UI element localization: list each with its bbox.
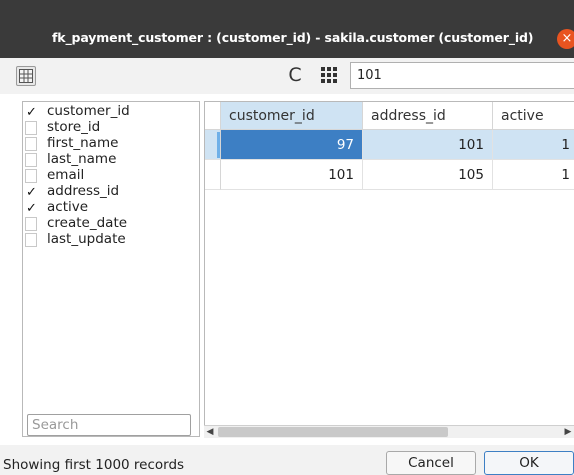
close-icon: × [561, 31, 573, 46]
column-search-input[interactable]: Search [27, 414, 191, 436]
status-bar: Showing first 1000 records Cancel OK [0, 445, 574, 475]
scroll-left-icon[interactable]: ◀ [204, 426, 216, 438]
row-header-corner [205, 102, 221, 130]
table-cell[interactable]: 105 [363, 160, 493, 190]
column-checkbox[interactable] [25, 217, 37, 231]
column-checkbox[interactable] [25, 137, 37, 151]
column-header-customer-id[interactable]: customer_id [221, 102, 363, 130]
column-item-create-date[interactable]: create_date [23, 216, 199, 232]
column-checkbox[interactable]: ✓ [25, 185, 37, 199]
columns-panel-toggle-button[interactable] [16, 66, 36, 86]
result-grid: customer_id address_id active 97 101 1 1… [204, 101, 574, 438]
column-label: active [47, 199, 89, 215]
column-label: address_id [47, 183, 120, 199]
window-title: fk_payment_customer : (customer_id) - sa… [52, 30, 534, 45]
table-cell[interactable]: 101 [221, 160, 363, 190]
column-checkbox[interactable]: ✓ [25, 201, 37, 215]
column-item-active[interactable]: ✓ active [23, 200, 199, 216]
column-checkbox[interactable] [25, 121, 37, 135]
column-label: last_name [47, 151, 117, 167]
ok-button[interactable]: OK [484, 451, 574, 475]
column-checkbox[interactable] [25, 153, 37, 167]
window-titlebar: fk_payment_customer : (customer_id) - sa… [0, 0, 574, 58]
table-cell[interactable]: 1 [493, 130, 574, 160]
grid-icon[interactable] [320, 66, 338, 84]
table-cell[interactable]: 97 [221, 130, 363, 160]
row-selector[interactable] [205, 160, 221, 190]
column-label: store_id [47, 119, 101, 135]
column-label: email [47, 167, 85, 183]
column-header-active[interactable]: active [493, 102, 574, 130]
column-item-customer-id[interactable]: ✓ customer_id [23, 104, 199, 120]
column-item-first-name[interactable]: first_name [23, 136, 199, 152]
horizontal-scrollbar[interactable]: ◀ ▶ [204, 425, 574, 438]
column-header-address-id[interactable]: address_id [363, 102, 493, 130]
refresh-icon[interactable]: C [285, 65, 305, 85]
columns-panel: ✓ customer_id store_id first_name last_n… [22, 101, 200, 437]
table-cell[interactable]: 101 [363, 130, 493, 160]
toolbar: C 101 [0, 58, 574, 94]
column-checkbox[interactable]: ✓ [25, 105, 37, 119]
row-selector[interactable] [205, 130, 221, 160]
column-item-store-id[interactable]: store_id [23, 120, 199, 136]
scroll-right-icon[interactable]: ▶ [562, 426, 574, 438]
column-label: last_update [47, 231, 126, 247]
column-item-last-update[interactable]: last_update [23, 232, 199, 248]
column-item-email[interactable]: email [23, 168, 199, 184]
close-button[interactable]: × [557, 29, 574, 49]
columns-panel-icon [19, 69, 33, 83]
column-checkbox[interactable] [25, 233, 37, 247]
column-item-last-name[interactable]: last_name [23, 152, 199, 168]
table-cell[interactable]: 1 [493, 160, 574, 190]
row-selected-marker [217, 132, 220, 158]
scrollbar-thumb[interactable] [218, 427, 448, 437]
column-label: first_name [47, 135, 119, 151]
cancel-button[interactable]: Cancel [386, 451, 476, 475]
status-text: Showing first 1000 records [3, 457, 185, 473]
filter-input[interactable]: 101 [350, 62, 574, 89]
column-checkbox[interactable] [25, 169, 37, 183]
column-label: create_date [47, 215, 128, 231]
column-item-address-id[interactable]: ✓ address_id [23, 184, 199, 200]
column-label: customer_id [47, 103, 130, 119]
